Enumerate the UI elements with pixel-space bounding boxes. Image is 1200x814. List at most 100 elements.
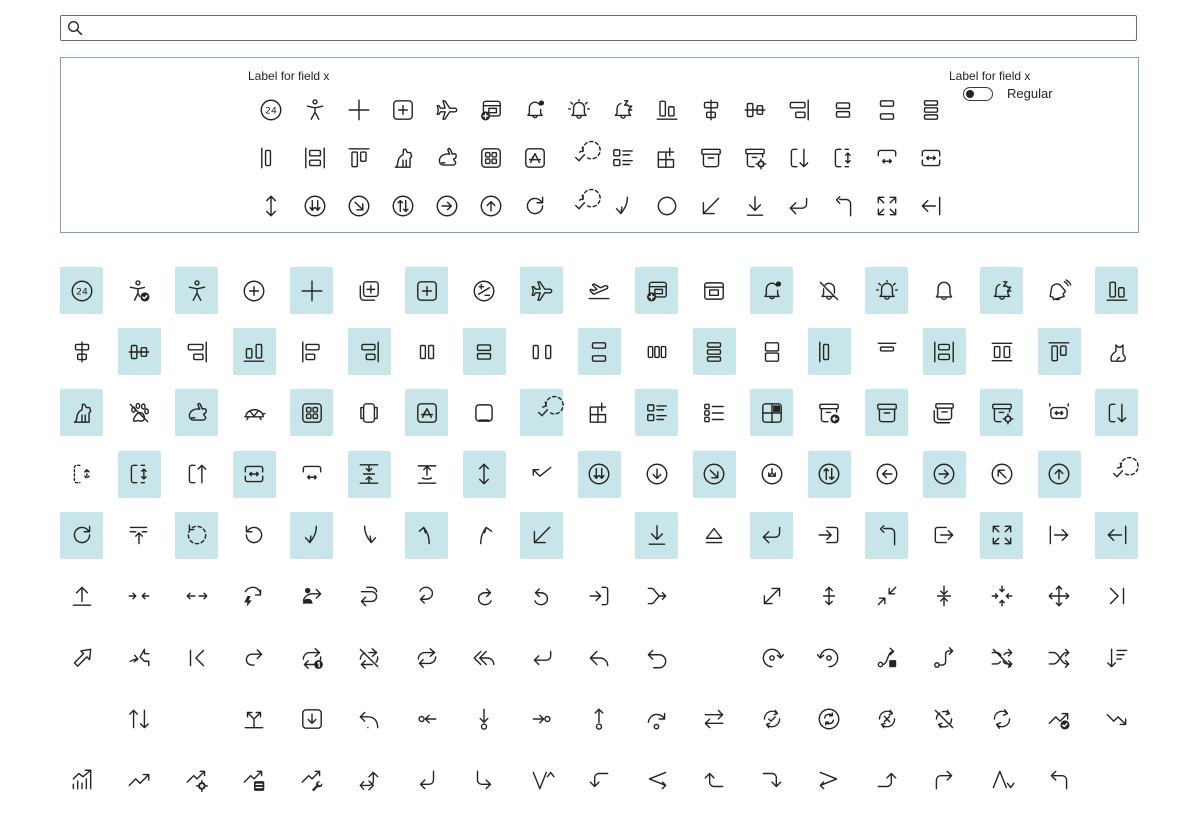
icon-cell[interactable]	[118, 634, 161, 681]
preview-icon-cell[interactable]	[733, 182, 777, 230]
preview-icon-cell[interactable]	[777, 182, 821, 230]
icon-cell[interactable]	[60, 511, 103, 559]
icon-cell[interactable]	[750, 695, 793, 742]
icon-cell[interactable]	[808, 757, 851, 804]
icon-cell[interactable]	[347, 328, 391, 376]
icon-cell[interactable]	[175, 757, 218, 804]
icon-cell[interactable]	[290, 328, 333, 375]
icon-cell[interactable]	[1038, 757, 1081, 804]
icon-cell[interactable]	[290, 573, 333, 620]
icon-cell[interactable]	[1038, 389, 1081, 436]
icon-cell[interactable]	[348, 695, 391, 742]
icon-cell[interactable]: M12 4v16M7 15l5 5 5-5	[60, 695, 103, 742]
preview-icon-cell[interactable]	[469, 182, 513, 230]
icon-cell[interactable]	[1095, 634, 1138, 681]
icon-cell[interactable]	[463, 634, 506, 681]
icon-cell[interactable]	[232, 450, 276, 498]
icon-cell[interactable]	[750, 328, 793, 375]
icon-cell[interactable]	[578, 695, 621, 742]
icon-cell[interactable]	[865, 389, 908, 437]
icon-cell[interactable]	[1095, 328, 1138, 375]
icon-cell[interactable]	[520, 451, 563, 498]
preview-icon-cell[interactable]	[425, 86, 469, 134]
icon-cell[interactable]	[750, 511, 793, 559]
icon-cell[interactable]	[1038, 512, 1081, 559]
icon-cell[interactable]	[578, 389, 621, 436]
icon-cell[interactable]	[980, 634, 1023, 681]
icon-cell[interactable]	[463, 512, 506, 559]
icon-cell[interactable]	[233, 634, 276, 681]
preview-icon-cell[interactable]	[293, 134, 337, 182]
icon-cell[interactable]	[635, 634, 678, 681]
icon-cell[interactable]	[578, 267, 621, 314]
icon-cell[interactable]	[1038, 695, 1081, 742]
icon-cell[interactable]	[980, 328, 1023, 375]
preview-icon-cell[interactable]	[601, 86, 645, 134]
icon-cell[interactable]	[290, 757, 333, 804]
icon-cell[interactable]	[1095, 389, 1138, 437]
icon-cell[interactable]	[348, 757, 391, 804]
icon-cell[interactable]	[635, 451, 678, 498]
icon-cell[interactable]: M4 12h16M15 7l5 5-5 5	[693, 634, 736, 681]
icon-cell[interactable]	[290, 389, 333, 437]
icon-cell[interactable]	[808, 573, 851, 620]
preview-icon-cell[interactable]	[513, 86, 557, 134]
icon-cell[interactable]: M12 4v16M7 15l5 5 5-5	[578, 512, 621, 559]
icon-cell[interactable]	[405, 695, 448, 742]
icon-cell[interactable]	[405, 757, 448, 804]
icon-cell[interactable]	[117, 450, 161, 498]
search-input[interactable]	[89, 18, 1133, 40]
icon-cell[interactable]	[980, 451, 1023, 498]
icon-cell[interactable]	[463, 757, 506, 804]
preview-icon-cell[interactable]	[337, 86, 381, 134]
icon-cell[interactable]	[1037, 328, 1081, 376]
icon-cell[interactable]	[405, 511, 448, 559]
preview-icon-cell[interactable]	[821, 182, 865, 230]
icon-cell[interactable]	[520, 695, 563, 742]
icon-cell[interactable]	[922, 450, 966, 498]
icon-cell[interactable]	[923, 267, 966, 314]
preview-icon-cell[interactable]	[689, 134, 733, 182]
icon-cell[interactable]	[118, 695, 161, 742]
icon-cell[interactable]	[233, 757, 276, 804]
preview-icon-cell[interactable]	[645, 86, 689, 134]
icon-cell[interactable]	[923, 389, 966, 436]
icon-cell[interactable]	[980, 511, 1023, 559]
icon-cell[interactable]	[233, 267, 276, 314]
icon-cell[interactable]	[577, 328, 621, 376]
icon-cell[interactable]	[405, 634, 448, 681]
icon-cell[interactable]	[233, 512, 276, 559]
icon-cell[interactable]	[578, 634, 621, 681]
icon-cell[interactable]	[750, 634, 793, 681]
icon-cell[interactable]	[1038, 573, 1081, 620]
icon-cell[interactable]	[463, 573, 506, 620]
icon-cell[interactable]: 24	[60, 267, 103, 314]
icon-cell[interactable]	[348, 634, 391, 681]
icon-cell[interactable]	[980, 267, 1023, 314]
preview-icon-cell[interactable]	[821, 86, 865, 134]
icon-cell[interactable]	[865, 573, 908, 620]
icon-cell[interactable]	[577, 450, 621, 498]
icon-cell[interactable]	[348, 267, 391, 314]
icon-cell[interactable]	[808, 695, 851, 742]
icon-cell[interactable]	[693, 389, 736, 436]
preview-icon-cell[interactable]	[469, 134, 513, 182]
icon-cell[interactable]	[405, 328, 448, 375]
icon-cell[interactable]	[520, 389, 564, 437]
icon-cell[interactable]	[808, 512, 851, 559]
icon-cell[interactable]	[808, 267, 851, 314]
preview-icon-cell[interactable]	[337, 134, 381, 182]
icon-cell[interactable]	[233, 573, 276, 620]
icon-cell[interactable]	[405, 451, 448, 498]
icon-cell[interactable]	[60, 634, 103, 681]
icon-cell[interactable]	[578, 757, 621, 804]
icon-cell[interactable]	[290, 511, 333, 559]
icon-cell[interactable]	[118, 757, 161, 804]
icon-cell[interactable]	[865, 695, 908, 742]
preview-icon-cell[interactable]	[865, 134, 909, 182]
toggle-switch[interactable]	[963, 86, 993, 101]
preview-icon-cell[interactable]	[909, 134, 953, 182]
preview-icon-cell[interactable]	[293, 182, 337, 230]
icon-cell[interactable]	[520, 511, 563, 559]
icon-cell[interactable]: M20 12H4M9 7l-5 5 5 5	[693, 573, 736, 620]
